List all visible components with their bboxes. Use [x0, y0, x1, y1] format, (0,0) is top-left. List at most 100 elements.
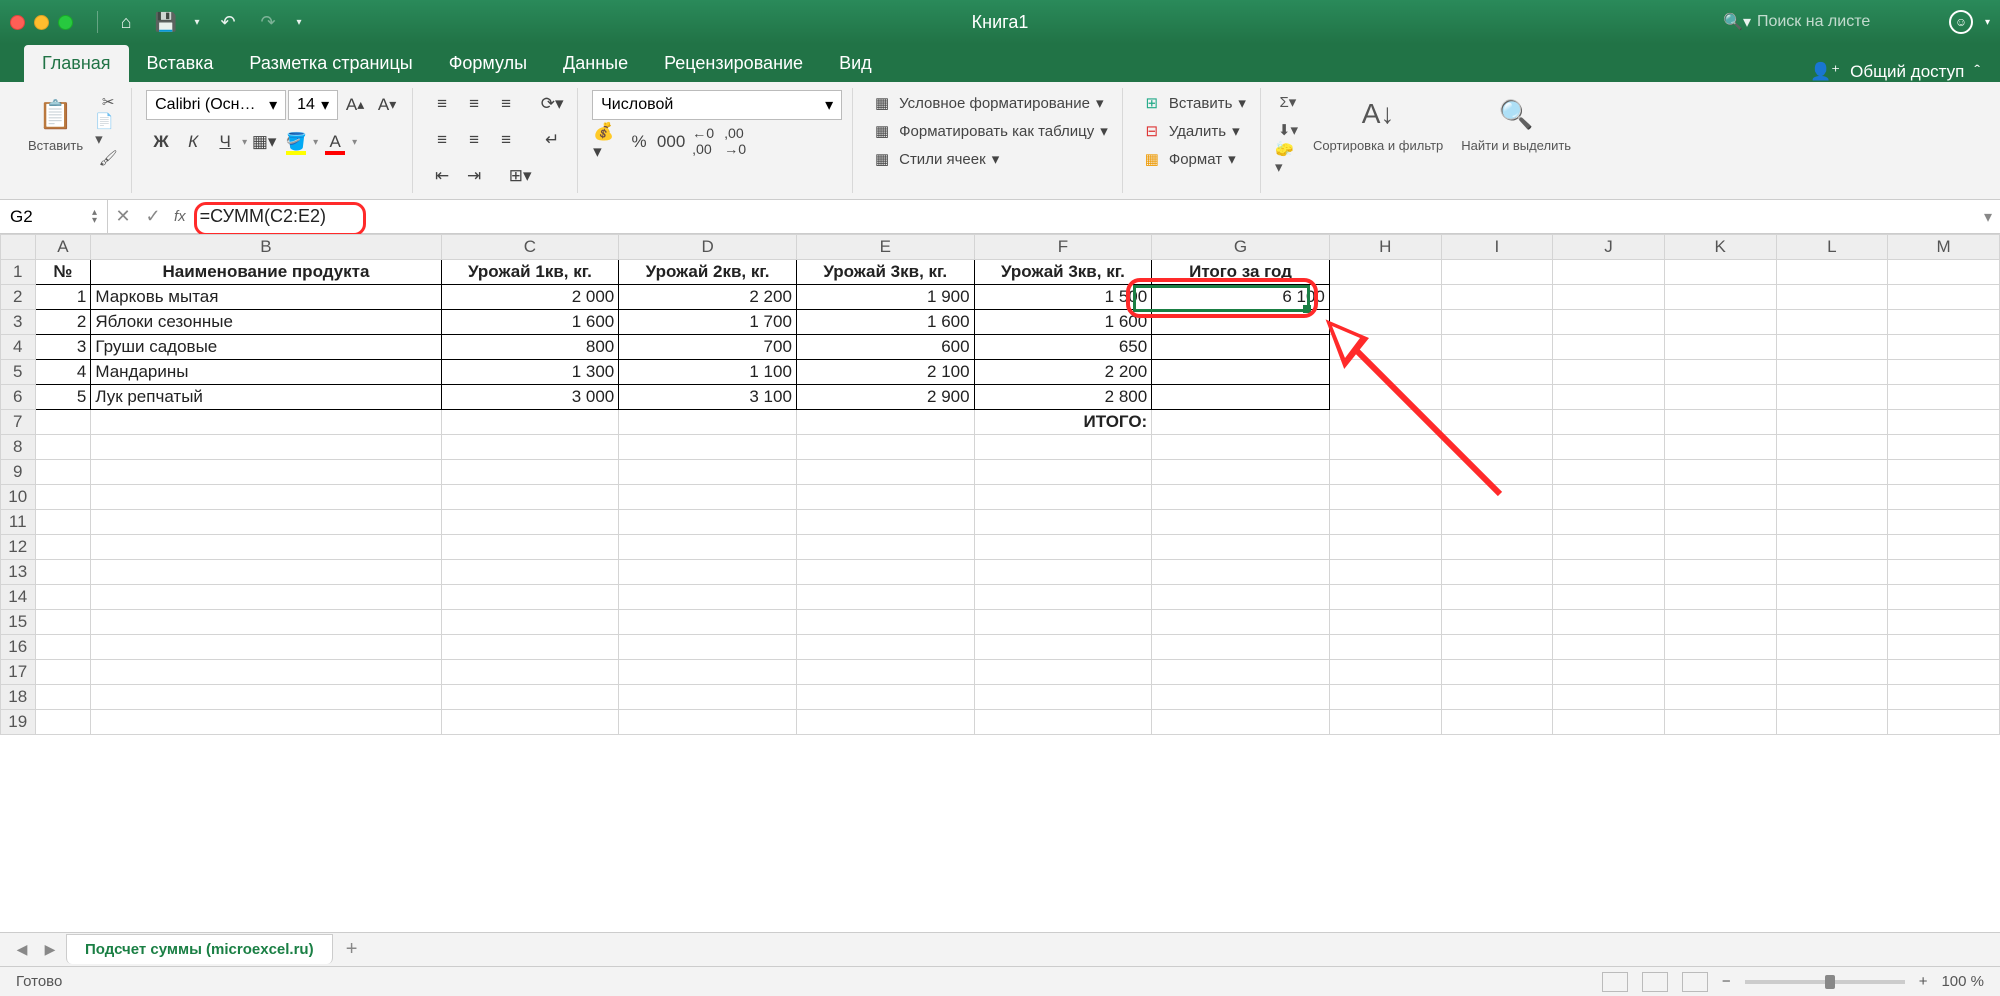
insert-cells-button[interactable]: ⊞Вставить ▾ [1137, 90, 1250, 116]
align-center-icon[interactable]: ≡ [459, 126, 489, 154]
clear-icon[interactable]: 🧽▾ [1275, 146, 1301, 170]
sheet-tab[interactable]: Подсчет суммы (microexcel.ru) [66, 934, 333, 964]
cell[interactable]: 2 100 [796, 360, 974, 385]
col-header[interactable]: H [1329, 235, 1441, 260]
align-middle-icon[interactable]: ≡ [459, 90, 489, 118]
cell[interactable]: Урожай 3кв, кг. [796, 260, 974, 285]
row-header[interactable]: 9 [1, 460, 36, 485]
cell[interactable] [1152, 310, 1330, 335]
cell[interactable]: 5 [35, 385, 91, 410]
autosum-icon[interactable]: Σ▾ [1275, 90, 1301, 114]
row-header[interactable]: 11 [1, 510, 36, 535]
cell[interactable]: 1 600 [441, 310, 619, 335]
tab-page-layout[interactable]: Разметка страницы [231, 45, 430, 82]
row-header[interactable]: 8 [1, 435, 36, 460]
enter-formula-icon[interactable]: ✓ [138, 206, 168, 227]
row-header[interactable]: 7 [1, 410, 36, 435]
cell-selected[interactable]: 6 100 [1152, 285, 1330, 310]
cell[interactable]: 1 300 [441, 360, 619, 385]
cell[interactable] [1152, 360, 1330, 385]
decrease-indent-icon[interactable]: ⇤ [427, 162, 457, 190]
format-cells-button[interactable]: ▦Формат ▾ [1137, 146, 1240, 172]
feedback-dropdown[interactable]: ▾ [1985, 17, 1990, 28]
save-icon[interactable]: 💾 [150, 8, 182, 36]
font-size-combo[interactable]: 14▾ [288, 90, 338, 120]
zoom-level[interactable]: 100 % [1941, 973, 1984, 990]
select-all-corner[interactable] [1, 235, 36, 260]
row-header[interactable]: 12 [1, 535, 36, 560]
row-header[interactable]: 14 [1, 585, 36, 610]
undo-icon[interactable]: ↶ [212, 8, 244, 36]
cell[interactable]: 700 [619, 335, 797, 360]
delete-cells-button[interactable]: ⊟Удалить ▾ [1137, 118, 1244, 144]
page-break-view-icon[interactable] [1682, 972, 1708, 992]
cell-styles-button[interactable]: ▦Стили ячеек ▾ [867, 146, 1003, 172]
collapse-ribbon-icon[interactable]: ˆ [1974, 62, 1980, 82]
sort-filter-button[interactable]: A↓ Сортировка и фильтр [1307, 90, 1449, 157]
cell[interactable]: Груши садовые [91, 335, 441, 360]
prev-sheet-icon[interactable]: ◀ [10, 941, 34, 958]
cell[interactable]: Марковь мытая [91, 285, 441, 310]
cell[interactable] [1152, 335, 1330, 360]
search-box[interactable]: 🔍▾ [1723, 12, 1937, 32]
cell[interactable]: 2 900 [796, 385, 974, 410]
col-header[interactable]: F [974, 235, 1152, 260]
sheet-area[interactable]: A B C D E F G H I J K L M 1 № Наименован… [0, 234, 2000, 932]
cell[interactable]: Наименование продукта [91, 260, 441, 285]
col-header[interactable]: M [1888, 235, 2000, 260]
wrap-text-icon[interactable]: ↵ [537, 126, 567, 154]
number-format-combo[interactable]: Числовой▾ [592, 90, 842, 120]
copy-icon[interactable]: 📄▾ [95, 118, 121, 142]
col-header[interactable]: I [1441, 235, 1553, 260]
bold-button[interactable]: Ж [146, 128, 176, 156]
increase-font-icon[interactable]: A▴ [340, 91, 370, 119]
cell[interactable]: 2 [35, 310, 91, 335]
cell[interactable]: 2 200 [974, 360, 1152, 385]
font-name-combo[interactable]: Calibri (Осн…▾ [146, 90, 286, 120]
cell[interactable]: 800 [441, 335, 619, 360]
expand-formula-bar-icon[interactable]: ▾ [1976, 207, 2000, 227]
next-sheet-icon[interactable]: ▶ [38, 941, 62, 958]
align-left-icon[interactable]: ≡ [427, 126, 457, 154]
row-header[interactable]: 10 [1, 485, 36, 510]
col-header[interactable]: J [1553, 235, 1665, 260]
row-header[interactable]: 18 [1, 685, 36, 710]
row-header[interactable]: 15 [1, 610, 36, 635]
align-right-icon[interactable]: ≡ [491, 126, 521, 154]
cancel-formula-icon[interactable]: ✕ [108, 206, 138, 227]
fill-color-icon[interactable]: 🪣 [281, 128, 311, 156]
cell[interactable]: 4 [35, 360, 91, 385]
orientation-icon[interactable]: ⟳▾ [537, 90, 567, 118]
cell[interactable]: Урожай 3кв, кг. [974, 260, 1152, 285]
conditional-formatting-button[interactable]: ▦Условное форматирование ▾ [867, 90, 1107, 116]
zoom-in-icon[interactable]: + [1919, 973, 1928, 990]
italic-button[interactable]: К [178, 128, 208, 156]
col-header[interactable]: K [1664, 235, 1776, 260]
name-box[interactable]: G2 ▴▾ [0, 200, 108, 233]
row-header[interactable]: 19 [1, 710, 36, 735]
tab-formulas[interactable]: Формулы [431, 45, 545, 82]
cell[interactable]: 1 [35, 285, 91, 310]
cell[interactable]: Лук репчатый [91, 385, 441, 410]
maximize-window[interactable] [58, 15, 73, 30]
cell[interactable]: Урожай 2кв, кг. [619, 260, 797, 285]
borders-icon[interactable]: ▦▾ [249, 128, 279, 156]
fill-icon[interactable]: ⬇▾ [1275, 118, 1301, 142]
spreadsheet-grid[interactable]: A B C D E F G H I J K L M 1 № Наименован… [0, 234, 2000, 735]
col-header[interactable]: A [35, 235, 91, 260]
cell[interactable]: Итого за год [1152, 260, 1330, 285]
close-window[interactable] [10, 15, 25, 30]
decrease-decimal-icon[interactable]: ,00→0 [720, 128, 750, 156]
col-header[interactable]: E [796, 235, 974, 260]
decrease-font-icon[interactable]: A▾ [372, 91, 402, 119]
home-icon[interactable]: ⌂ [110, 8, 142, 36]
search-input[interactable] [1757, 13, 1937, 31]
cell[interactable]: 3 000 [441, 385, 619, 410]
cell[interactable] [1152, 385, 1330, 410]
tab-home[interactable]: Главная [24, 45, 129, 82]
zoom-out-icon[interactable]: − [1722, 973, 1731, 990]
cell[interactable]: Мандарины [91, 360, 441, 385]
cut-icon[interactable]: ✂ [95, 90, 121, 114]
col-header[interactable]: D [619, 235, 797, 260]
save-dropdown-icon[interactable]: ▾ [190, 8, 204, 36]
